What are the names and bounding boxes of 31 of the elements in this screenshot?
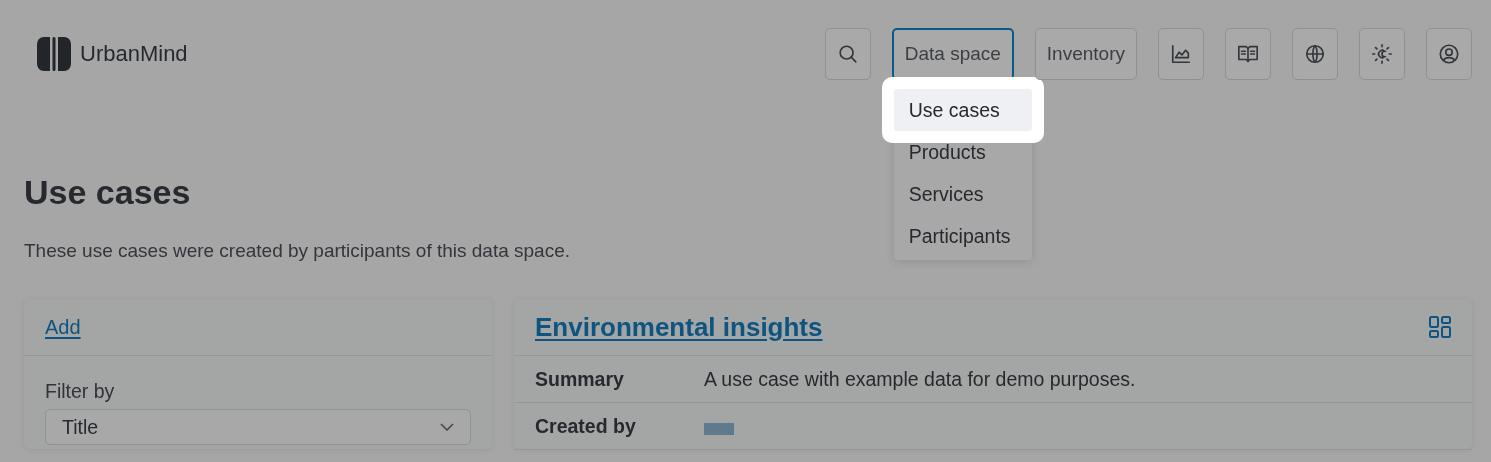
menu-item[interactable]: Services [893,173,1032,215]
chevron-icon [440,423,454,431]
theme-button[interactable] [1359,28,1405,80]
page-title: Use cases [24,172,191,212]
field-label: Summary [535,367,625,391]
book-button[interactable] [1225,28,1271,80]
logo-text: UrbanMind [80,41,188,67]
menu-item[interactable]: Products [893,131,1032,173]
logo-icon [36,36,72,72]
add-link[interactable]: Add [45,315,81,339]
globe-button[interactable] [1292,28,1338,80]
user-button[interactable] [1426,28,1472,80]
grid-icon[interactable] [1429,316,1451,338]
theme-icon [1371,43,1393,65]
filter-label: Filter by [45,380,115,403]
user-icon [1438,43,1460,65]
globe-icon [1304,43,1326,65]
nav-menu-button[interactable]: Data space [891,28,1014,80]
filter-select[interactable]: Title [45,409,471,445]
search-icon [836,43,859,65]
book-icon [1237,43,1259,65]
page-description: These use cases were created by participants of this data space. [24,239,572,263]
menu-item[interactable]: Participants [893,215,1032,257]
search-button[interactable] [824,28,871,80]
chart-button[interactable] [1158,28,1204,80]
avatar-placeholder [704,423,734,435]
field-value: A use case with example data for demo purposes. [704,367,1137,391]
nav-menu-button[interactable]: Inventory [1034,28,1137,80]
chart-icon [1170,43,1192,65]
use-case-title-link[interactable]: Environmental insights [535,311,823,343]
field-label: Created by [535,414,637,438]
